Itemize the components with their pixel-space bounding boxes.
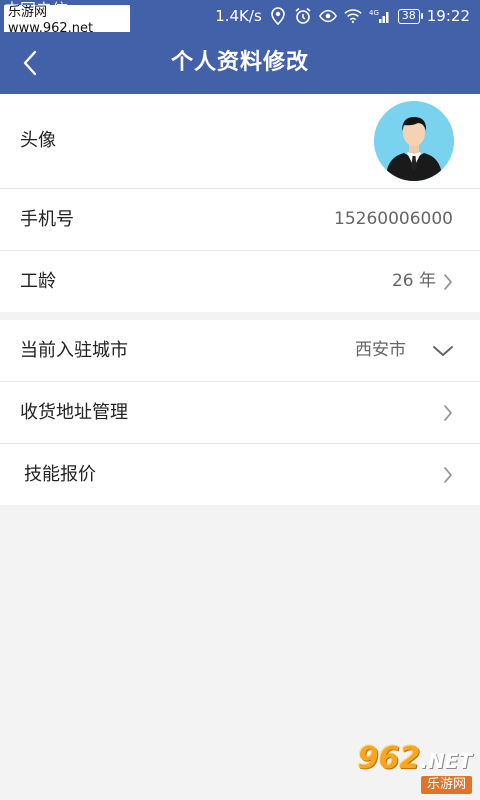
settings-section: 当前入驻城市 西安市 收货地址管理 技能报价 bbox=[0, 320, 480, 505]
phone-row[interactable]: 手机号 15260006000 bbox=[0, 189, 480, 251]
chevron-left-icon bbox=[23, 50, 37, 76]
avatar-label: 头像 bbox=[20, 130, 56, 151]
wifi-icon bbox=[344, 7, 362, 25]
address-label: 收货地址管理 bbox=[20, 402, 128, 423]
phone-value: 15260006000 bbox=[334, 209, 453, 229]
page-title: 个人资料修改 bbox=[170, 50, 309, 75]
status-bar: 中国电信 乐游网 www.962.net 1.4K/s 4G 38 19:22 bbox=[0, 0, 480, 32]
eye-icon bbox=[318, 7, 337, 25]
city-row[interactable]: 当前入驻城市 西安市 bbox=[0, 320, 480, 382]
alarm-icon bbox=[294, 7, 312, 25]
chevron-down-icon[interactable] bbox=[430, 341, 456, 361]
avatar-image bbox=[374, 101, 454, 181]
battery-level: 38 bbox=[397, 8, 423, 24]
city-value: 西安市 bbox=[355, 340, 406, 360]
address-row[interactable]: 收货地址管理 bbox=[0, 382, 480, 444]
chevron-right-icon bbox=[438, 465, 458, 485]
watermark-logo: 962.NET bbox=[358, 744, 472, 776]
profile-section: 头像 手机号 15260006000 工龄 26 年 bbox=[0, 94, 480, 312]
watermark-logo-suffix: .NET bbox=[420, 749, 472, 773]
watermark-logo-number: 962 bbox=[357, 741, 421, 776]
seniority-label: 工龄 bbox=[20, 271, 56, 292]
back-button[interactable] bbox=[10, 42, 50, 84]
signal-icon: 4G bbox=[369, 7, 391, 25]
status-left: 中国电信 乐游网 www.962.net bbox=[0, 0, 130, 32]
network-speed: 1.4K/s bbox=[215, 7, 262, 25]
chevron-right-icon bbox=[438, 403, 458, 423]
phone-label: 手机号 bbox=[20, 209, 74, 230]
watermark-site-name: 乐游网 bbox=[420, 776, 472, 794]
skill-row[interactable]: 技能报价 bbox=[0, 444, 480, 505]
clock-time: 19:22 bbox=[426, 7, 470, 25]
avatar-row[interactable]: 头像 bbox=[0, 94, 480, 189]
network-type-label: 4G bbox=[369, 9, 379, 17]
nav-bar: 个人资料修改 bbox=[0, 32, 480, 94]
avatar[interactable] bbox=[374, 101, 454, 181]
location-icon bbox=[269, 7, 287, 25]
city-label: 当前入驻城市 bbox=[20, 340, 128, 361]
seniority-value: 26 年 bbox=[391, 271, 436, 291]
chevron-right-icon bbox=[438, 272, 458, 292]
status-right: 1.4K/s 4G 38 19:22 bbox=[215, 0, 470, 32]
skill-label: 技能报价 bbox=[24, 464, 96, 485]
seniority-row[interactable]: 工龄 26 年 bbox=[0, 251, 480, 312]
watermark-label: 乐游网 www.962.net bbox=[4, 5, 130, 32]
site-watermark: 962.NET 乐游网 bbox=[358, 744, 472, 794]
